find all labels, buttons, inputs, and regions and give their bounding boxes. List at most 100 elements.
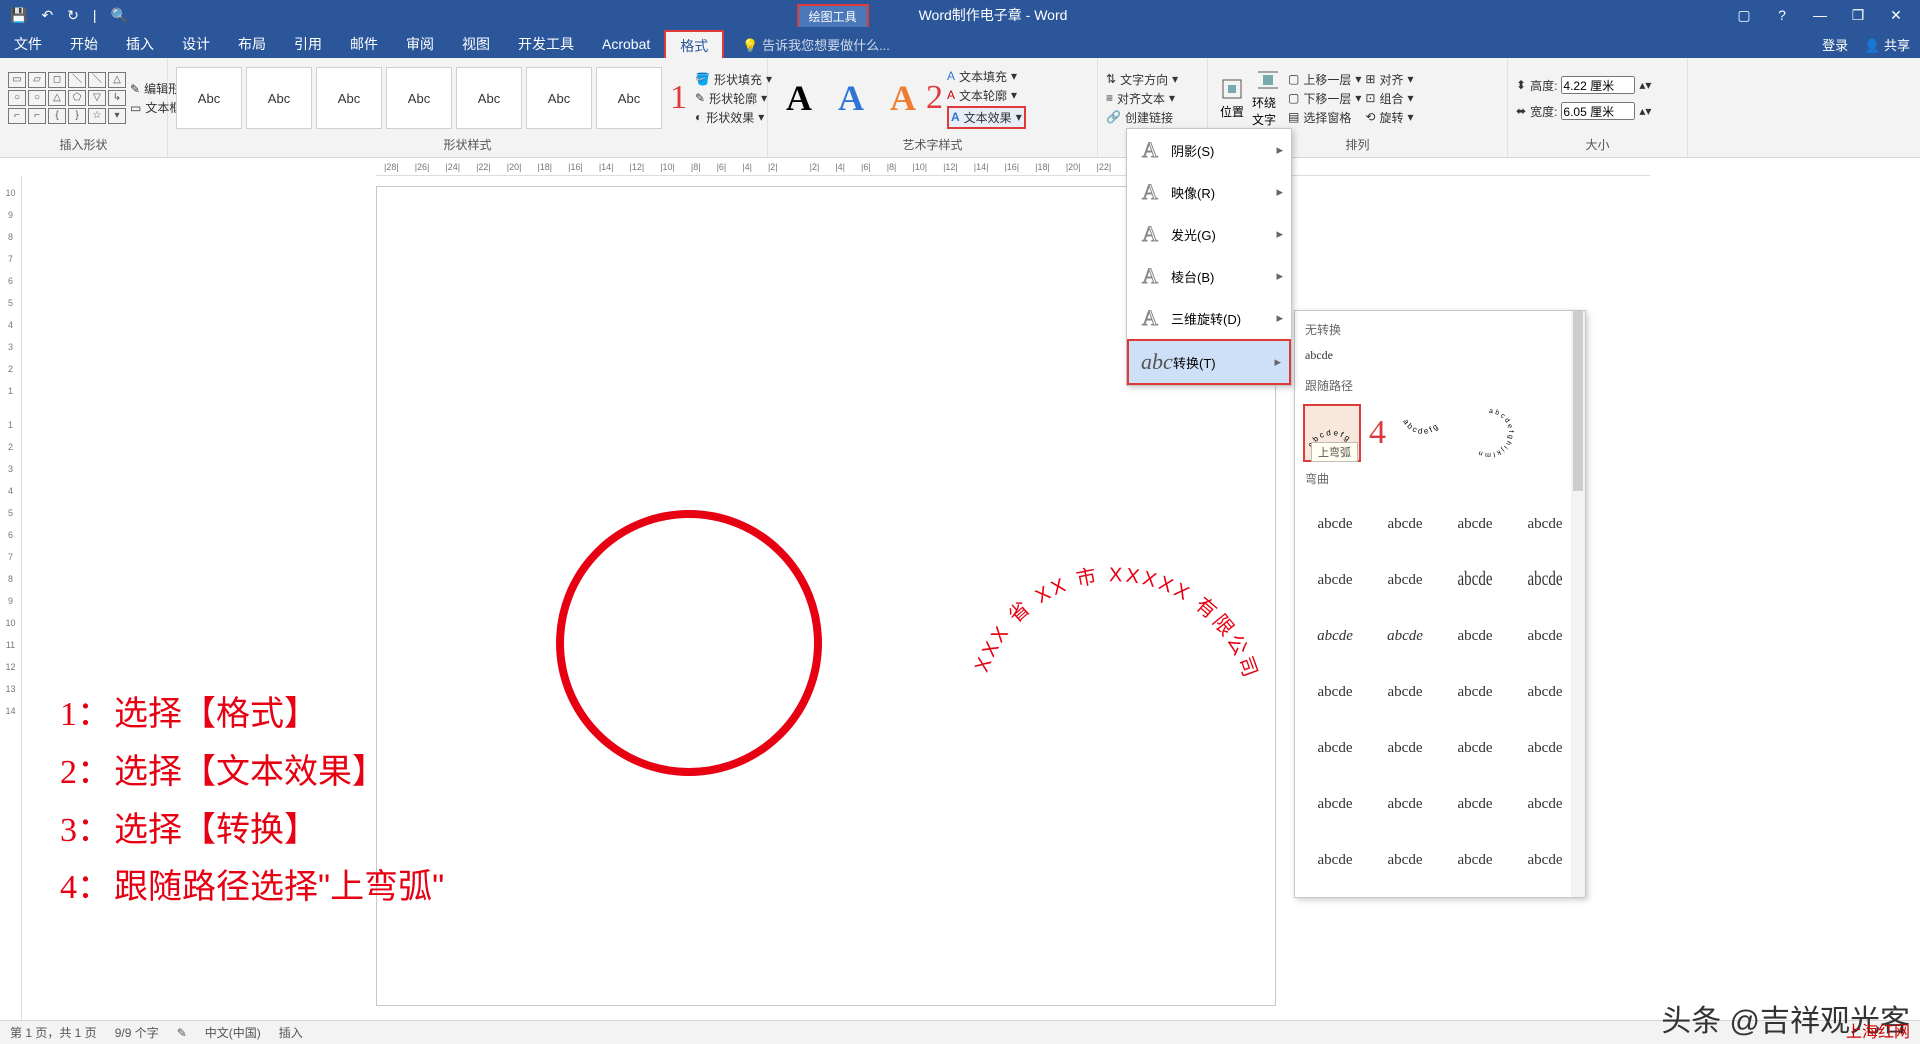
bring-forward-button[interactable]: ▢ 上移一层 ▾ <box>1288 71 1361 88</box>
shapes-gallery[interactable]: ▭▱◻＼＼△ ○○△⬠▽↳ ⌐⌐{}☆▾ <box>8 72 126 124</box>
group-insert-shapes: ▭▱◻＼＼△ ○○△⬠▽↳ ⌐⌐{}☆▾ ✎ 编辑形状 ▾ ▭ 文本框 ▾ 插入… <box>0 58 168 157</box>
status-words[interactable]: 9/9 个字 <box>115 1024 159 1041</box>
menu-item-shadow[interactable]: A阴影(S)▸ <box>1127 129 1291 171</box>
warp-option[interactable]: abcde <box>1445 548 1505 613</box>
no-transform-option[interactable]: abcde <box>1295 344 1585 373</box>
shape-effect-button[interactable]: ◐ 形状效果 ▾ <box>695 109 772 126</box>
shape-outline-button[interactable]: ✎ 形状轮廓 ▾ <box>695 90 772 107</box>
save-icon[interactable]: 💾 <box>10 7 27 24</box>
send-backward-button[interactable]: ▢ 下移一层 ▾ <box>1288 90 1361 107</box>
tab-view[interactable]: 视图 <box>448 30 504 58</box>
height-field[interactable]: ⬍ 高度: ▴▾ <box>1516 76 1651 94</box>
warp-option[interactable]: abcde <box>1375 555 1435 605</box>
panel-scrollbar[interactable] <box>1571 311 1585 897</box>
warp-option[interactable]: abcde <box>1445 499 1505 549</box>
selection-pane-button[interactable]: ▤ 选择窗格 <box>1288 109 1361 126</box>
tab-acrobat[interactable]: Acrobat <box>588 30 664 58</box>
stamp-circle-shape[interactable] <box>556 510 822 776</box>
text-direction-button[interactable]: ⇅ 文字方向 ▾ <box>1106 71 1178 88</box>
tab-review[interactable]: 审阅 <box>392 30 448 58</box>
warp-option[interactable]: abcde <box>1375 499 1435 549</box>
redo-icon[interactable]: ↻ <box>67 7 79 24</box>
warp-option[interactable]: abcde <box>1305 555 1365 605</box>
annotation-marker-2: 2 <box>926 79 943 117</box>
warp-option[interactable]: abcde <box>1515 723 1575 773</box>
warp-option[interactable]: abcde <box>1515 499 1575 549</box>
help-icon[interactable]: ? <box>1764 7 1800 24</box>
warp-option[interactable]: abcde <box>1375 835 1435 885</box>
group-label: 大小 <box>1516 136 1679 155</box>
status-spellcheck-icon[interactable]: ✎ <box>177 1026 187 1040</box>
warp-option[interactable]: abcde <box>1375 611 1435 661</box>
tab-insert[interactable]: 插入 <box>112 30 168 58</box>
width-field[interactable]: ⬌ 宽度: ▴▾ <box>1516 102 1651 120</box>
text-fill-button[interactable]: A 文本填充 ▾ <box>947 68 1026 85</box>
rotate-button[interactable]: ⟲ 旋转 ▾ <box>1365 109 1413 126</box>
warp-option[interactable]: abcde <box>1445 723 1505 773</box>
tooltip-arch-up: 上弯弧 <box>1311 442 1358 462</box>
ribbon-options-icon[interactable]: ▢ <box>1726 7 1762 24</box>
close-icon[interactable]: ✕ <box>1878 7 1914 24</box>
tab-design[interactable]: 设计 <box>168 30 224 58</box>
menu-item-reflection[interactable]: A映像(R)▸ <box>1127 171 1291 213</box>
menu-item-transform[interactable]: abc转换(T)▸ <box>1127 339 1291 385</box>
document-title: Word制作电子章 - Word <box>919 5 1068 25</box>
group-button[interactable]: ⊡ 组合 ▾ <box>1365 90 1413 107</box>
warp-option[interactable]: abcde <box>1445 667 1505 717</box>
warp-option[interactable]: abcde <box>1445 835 1505 885</box>
warp-option[interactable]: abcde <box>1515 611 1575 661</box>
text-outline-button[interactable]: A 文本轮廓 ▾ <box>947 87 1026 104</box>
tab-home[interactable]: 开始 <box>56 30 112 58</box>
warp-option[interactable]: abcde <box>1515 835 1575 885</box>
svg-text:a b c d e f g h i j k l m n: a b c d e f g h i j k l m n <box>1478 408 1514 458</box>
status-page[interactable]: 第 1 页，共 1 页 <box>10 1024 97 1041</box>
minimize-icon[interactable]: — <box>1802 7 1838 24</box>
warp-option[interactable]: abcde <box>1375 723 1435 773</box>
undo-icon[interactable]: ↶ <box>41 7 53 24</box>
menu-item-glow[interactable]: A发光(G)▸ <box>1127 213 1291 255</box>
menu-item-bevel[interactable]: A棱台(B)▸ <box>1127 255 1291 297</box>
tab-references[interactable]: 引用 <box>280 30 336 58</box>
wrap-text-button[interactable]: 环绕文字 <box>1252 67 1284 129</box>
path-arch-up[interactable]: a b c d e f g 上弯弧 <box>1303 404 1361 462</box>
warp-option[interactable]: abcde <box>1305 499 1365 549</box>
warp-option[interactable]: abcde <box>1375 779 1435 829</box>
path-circle[interactable]: a b c d e f g h i j k l m n <box>1460 404 1518 462</box>
warp-option[interactable]: abcde <box>1305 835 1365 885</box>
login-button[interactable]: 登录 <box>1822 35 1848 54</box>
share-button[interactable]: 👤 共享 <box>1864 35 1910 54</box>
tab-developer[interactable]: 开发工具 <box>504 30 588 58</box>
wordart-gallery[interactable]: A A A <box>776 71 926 125</box>
tab-layout[interactable]: 布局 <box>224 30 280 58</box>
contextual-tab-drawing-tools[interactable]: 绘图工具 <box>797 4 869 27</box>
status-language[interactable]: 中文(中国) <box>205 1024 261 1041</box>
stamp-arc-text[interactable]: XXX 省 XX 市 XXXXX 有限公司 <box>970 540 1260 700</box>
warp-option[interactable]: abcde <box>1305 779 1365 829</box>
warp-option[interactable]: abcde <box>1305 611 1365 661</box>
warp-option[interactable]: abcde <box>1515 667 1575 717</box>
text-effects-button[interactable]: A 文本效果 ▾ <box>947 106 1026 129</box>
shape-style-gallery[interactable]: Abc Abc Abc Abc Abc Abc Abc <box>176 67 662 129</box>
tab-mailings[interactable]: 邮件 <box>336 30 392 58</box>
position-button[interactable]: 位置 <box>1216 67 1248 129</box>
warp-option[interactable]: abcde <box>1305 723 1365 773</box>
align-button[interactable]: ⊞ 对齐 ▾ <box>1365 71 1413 88</box>
warp-option[interactable]: abcde <box>1305 667 1365 717</box>
tab-format[interactable]: 格式 <box>664 30 724 58</box>
shape-fill-button[interactable]: 🪣 形状填充 ▾ <box>695 71 772 88</box>
warp-option[interactable]: abcde <box>1515 548 1575 613</box>
tell-me-search[interactable]: 💡 告诉我您想要做什么... <box>742 35 890 54</box>
tab-file[interactable]: 文件 <box>0 30 56 58</box>
path-arch-down[interactable]: a b c d e f g <box>1394 404 1452 462</box>
title-bar: 💾 ↶ ↻ | 🔍 绘图工具 Word制作电子章 - Word ▢ ? — ❐ … <box>0 0 1920 30</box>
menu-item-3d-rotation[interactable]: A三维旋转(D)▸ <box>1127 297 1291 339</box>
create-link-button[interactable]: 🔗 创建链接 <box>1106 109 1178 126</box>
warp-option[interactable]: abcde <box>1445 611 1505 661</box>
warp-option[interactable]: abcde <box>1445 779 1505 829</box>
maximize-icon[interactable]: ❐ <box>1840 7 1876 24</box>
align-text-button[interactable]: ≡ 对齐文本 ▾ <box>1106 90 1178 107</box>
status-insert-mode[interactable]: 插入 <box>279 1024 303 1041</box>
print-preview-icon[interactable]: 🔍 <box>111 7 128 24</box>
warp-option[interactable]: abcde <box>1515 779 1575 829</box>
warp-option[interactable]: abcde <box>1375 667 1435 717</box>
